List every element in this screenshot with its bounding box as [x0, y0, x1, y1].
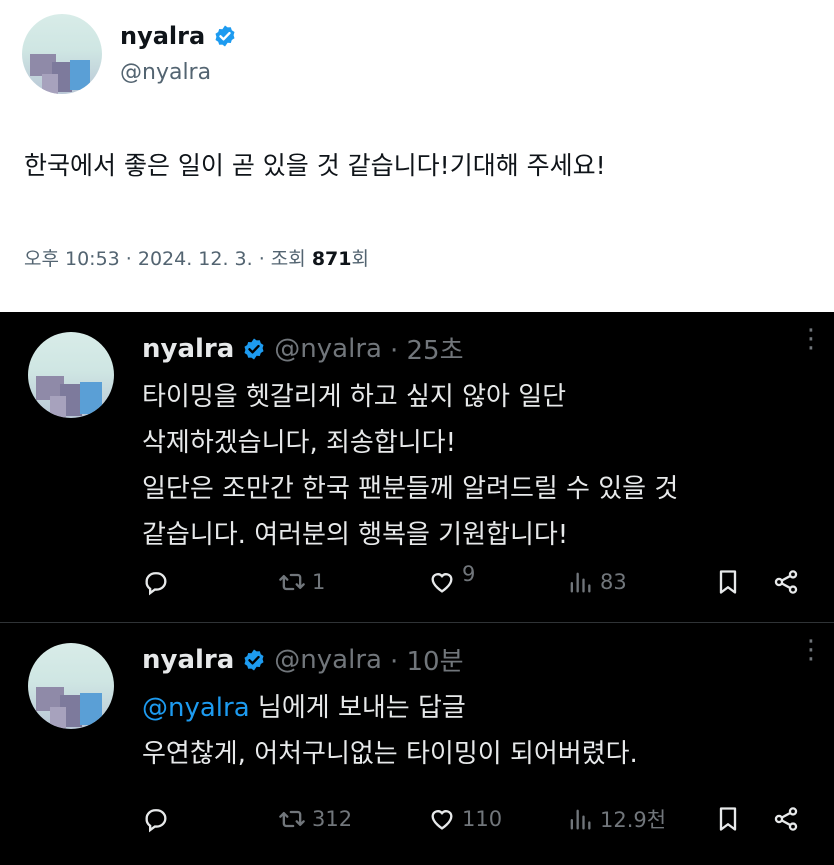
views-button[interactable]: 12.9천 [566, 799, 666, 839]
verified-badge-icon [244, 338, 264, 359]
timestamp[interactable]: · 10분 [390, 641, 464, 678]
display-name[interactable]: nyalra [142, 334, 234, 364]
views-icon [570, 809, 591, 830]
text-line: 일단은 조만간 한국 팬분들께 알려드릴 수 있을 것 [142, 474, 679, 504]
handle[interactable]: @nyalra [120, 60, 211, 85]
retweet-button[interactable]: 1 [278, 562, 325, 602]
like-icon [431, 573, 453, 593]
mention-link[interactable]: @nyalra [142, 693, 250, 723]
reply-header: nyalra @nyalra · 10분 [142, 641, 464, 678]
display-name-text[interactable]: nyalra [120, 22, 205, 50]
view-count: 83 [600, 570, 627, 594]
views-icon [570, 572, 591, 593]
main-tweet: nyalra @nyalra 한국에서 좋은 일이 곧 있을 것 같습니다!기대… [0, 0, 834, 310]
text-line: 타이밍을 헷갈리게 하고 싶지 않아 일단 [142, 382, 567, 412]
tweet-text: 타이밍을 헷갈리게 하고 싶지 않아 일단 삭제하겠습니다, 죄송합니다! 일단… [142, 374, 812, 558]
share-button[interactable] [772, 562, 800, 602]
handle[interactable]: @nyalra [274, 334, 382, 364]
reply-icon [145, 809, 167, 833]
timestamp[interactable]: 오후 10:53 · 2024. 12. 3. · 조회 [24, 248, 312, 270]
avatar[interactable] [28, 643, 114, 729]
retweet-count: 1 [312, 570, 326, 594]
more-icon[interactable]: ⋮ [798, 326, 824, 352]
like-button[interactable]: 110 [428, 799, 502, 839]
like-count: 110 [462, 807, 503, 831]
reply-button[interactable] [142, 562, 176, 602]
avatar[interactable] [28, 332, 114, 418]
like-count: 9 [462, 562, 476, 586]
action-bar: 1 9 83 [142, 562, 812, 602]
views-button[interactable]: 83 [566, 562, 627, 602]
timestamp[interactable]: · 25초 [390, 330, 464, 367]
action-bar: 312 110 12.9천 [142, 799, 812, 839]
reply-tweet-1[interactable]: nyalra @nyalra · 25초 ⋮ 타이밍을 헷갈리게 하고 싶지 않… [0, 312, 834, 620]
reply-header: nyalra @nyalra · 25초 [142, 330, 464, 367]
view-count: 12.9천 [600, 808, 667, 832]
display-name[interactable]: nyalra [120, 22, 237, 50]
like-button[interactable]: 9 [428, 562, 475, 602]
replying-to: @nyalra 님에게 보내는 답글 [142, 685, 812, 731]
bookmark-icon [719, 807, 737, 831]
text-line: 우연찮게, 어처구니없는 타이밍이 되어버렸다. [142, 739, 638, 769]
like-icon [431, 810, 453, 830]
bookmark-button[interactable] [714, 799, 742, 839]
text-line: 같습니다. 여러분의 행복을 기원합니다! [142, 520, 569, 550]
replying-to-suffix: 님에게 보내는 답글 [249, 693, 466, 723]
text-line: 삭제하겠습니다, 죄송합니다! [142, 428, 456, 458]
verified-badge-icon [244, 649, 264, 670]
share-button[interactable] [772, 799, 800, 839]
retweet-icon [279, 810, 305, 828]
tweet-text: 한국에서 좋은 일이 곧 있을 것 같습니다!기대해 주세요! [24, 151, 606, 180]
reply-icon [145, 572, 167, 596]
display-name[interactable]: nyalra [142, 645, 234, 675]
retweet-icon [279, 573, 305, 591]
view-count: 871 [311, 248, 352, 270]
tweet-text: @nyalra 님에게 보내는 답글 우연찮게, 어처구니없는 타이밍이 되어버… [142, 685, 812, 777]
share-icon [774, 570, 798, 594]
avatar[interactable] [22, 14, 102, 94]
bookmark-button[interactable] [714, 562, 742, 602]
retweet-button[interactable]: 312 [278, 799, 352, 839]
bookmark-icon [719, 570, 737, 594]
handle[interactable]: @nyalra [274, 645, 382, 675]
view-suffix: 회 [351, 248, 369, 270]
share-icon [774, 807, 798, 831]
reply-button[interactable] [142, 799, 176, 839]
tweet-meta: 오후 10:53 · 2024. 12. 3. · 조회 871회 [24, 244, 369, 271]
more-icon[interactable]: ⋮ [798, 637, 824, 663]
verified-badge-icon [215, 25, 235, 47]
reply-tweet-2[interactable]: nyalra @nyalra · 10분 ⋮ @nyalra 님에게 보내는 답… [0, 622, 834, 865]
retweet-count: 312 [312, 807, 353, 831]
